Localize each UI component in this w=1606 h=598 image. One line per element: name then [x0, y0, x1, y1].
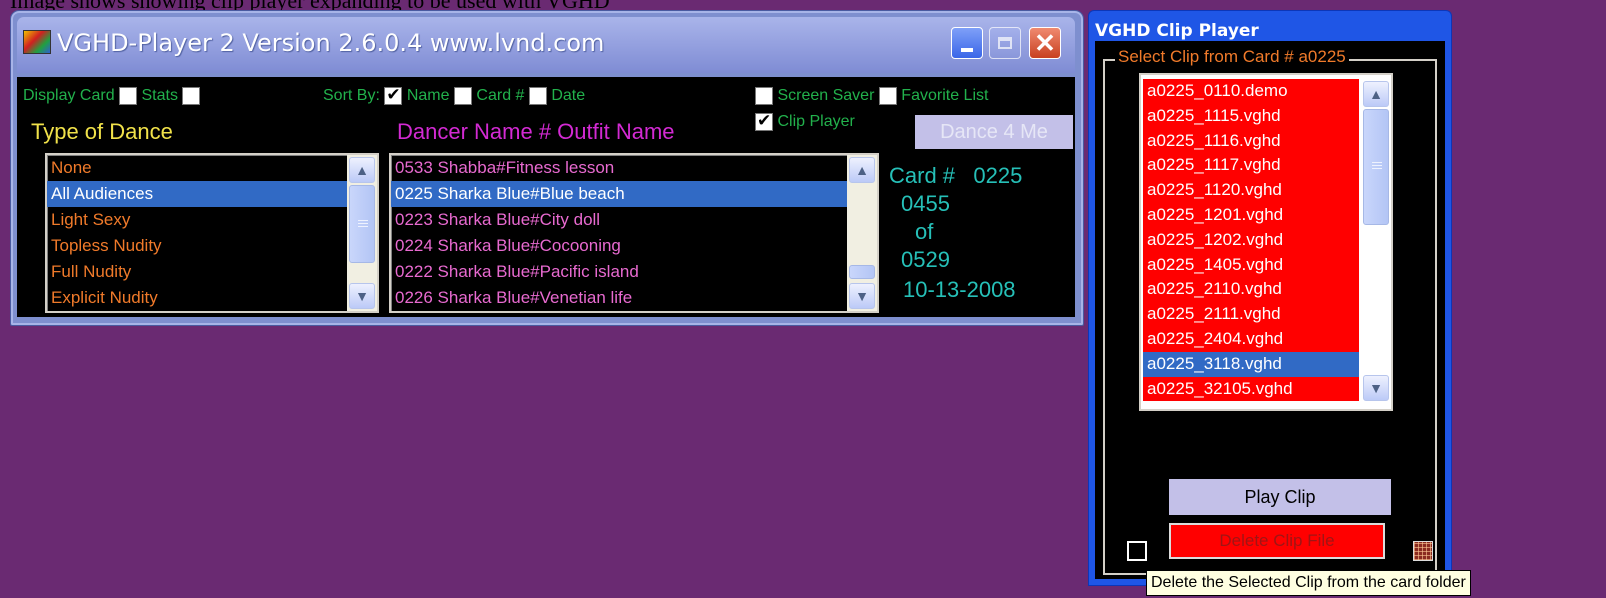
stats-label: Stats [141, 87, 178, 105]
sort-card-label: Card # [476, 87, 525, 105]
clip-item[interactable]: a0225_2111.vghd [1143, 302, 1359, 327]
dancer-list[interactable]: 0533 Shabba#Fitness lesson 0225 Sharka Bl… [389, 153, 879, 313]
app-icon [23, 30, 51, 54]
clip-player-label: Clip Player [777, 113, 855, 131]
card-label: Card # [889, 163, 956, 188]
sort-by-label: Sort By: [323, 87, 380, 105]
clip-item[interactable]: a0225_1116.vghd [1143, 128, 1359, 154]
clip-item[interactable]: a0225_1115.vghd [1143, 103, 1359, 129]
favorite-list-checkbox[interactable] [878, 87, 897, 105]
clip-item[interactable]: a0225_2110.vghd [1143, 277, 1359, 303]
clip-item[interactable]: a0225_2404.vghd [1143, 326, 1359, 352]
sort-date-label: Date [551, 87, 586, 105]
clip-items: a0225_0110.demo a0225_1115.vghd a0225_1116… [1141, 75, 1391, 402]
dance-4-me-button[interactable]: Dance 4 Me [915, 115, 1073, 149]
play-clip-button[interactable]: Play Clip [1169, 479, 1391, 515]
dancer-scrollbar[interactable]: ▲ ▼ [847, 155, 877, 311]
type-of-dance-header: Type of Dance [31, 119, 173, 144]
sort-name-checkbox[interactable] [384, 85, 403, 105]
clip-group-label: Select Clip from Card # a0225 [1115, 47, 1349, 67]
clip-list[interactable]: a0225_0110.demo a0225_1115.vghd a0225_1116… [1139, 73, 1393, 411]
clip-player-option: Clip Player [755, 111, 855, 131]
scroll-thumb[interactable] [849, 265, 875, 279]
card-number: 0225 [973, 163, 1023, 188]
scroll-up-icon[interactable]: ▲ [349, 157, 375, 183]
scroll-down-icon[interactable]: ▼ [849, 283, 875, 309]
stats-checkbox[interactable] [182, 87, 201, 105]
sort-options: Sort By: Name Card # Date [323, 85, 586, 105]
dance-type-item[interactable]: All Audiences [47, 181, 347, 207]
scroll-thumb[interactable] [349, 185, 375, 263]
dancer-item[interactable]: 0533 Shabba#Fitness lesson [391, 155, 847, 181]
dance-type-scrollbar[interactable]: ▲ ▼ [347, 155, 377, 311]
main-client-area: Display Card Stats Sort By: Name Card # … [17, 77, 1075, 317]
clip-window-title: VGHD Clip Player [1095, 21, 1259, 41]
card-position: 0455 [901, 191, 950, 216]
clip-item[interactable]: a0225_1201.vghd [1143, 202, 1359, 228]
clip-item[interactable]: a0225_1120.vghd [1143, 178, 1359, 203]
clip-item[interactable]: a0225_1202.vghd [1143, 227, 1359, 253]
title-bar[interactable]: VGHD-Player 2 Version 2.6.0.4 www.lvnd.c… [17, 17, 1075, 73]
dance-type-item[interactable]: Full Nudity [47, 259, 347, 285]
dancer-item[interactable]: 0226 Sharka Blue#Venetian life [391, 285, 847, 311]
card-of-label: of [915, 219, 934, 244]
dance-type-item[interactable]: None [47, 155, 347, 181]
dance-type-item[interactable]: Explicit Nudity [47, 285, 347, 311]
scroll-up-icon[interactable]: ▲ [1363, 81, 1389, 107]
grid-icon[interactable] [1413, 541, 1433, 561]
card-date: 10-13-2008 [903, 277, 1016, 302]
minimize-icon [961, 48, 973, 52]
card-total: 0529 [901, 247, 950, 272]
clip-player-window: VGHD Clip Player Select Clip from Card #… [1088, 10, 1452, 586]
dancer-items: 0533 Shabba#Fitness lesson 0225 Sharka Bl… [391, 155, 847, 311]
scroll-thumb[interactable] [1363, 109, 1389, 225]
main-player-window: VGHD-Player 2 Version 2.6.0.4 www.lvnd.c… [10, 10, 1084, 326]
clip-scrollbar[interactable]: ▲ ▼ [1361, 75, 1391, 409]
dancer-item[interactable]: 0224 Sharka Blue#Cocooning [391, 233, 847, 259]
card-number-line: Card # 0225 [889, 163, 1022, 189]
delete-clip-button[interactable]: Delete Clip File [1169, 523, 1385, 559]
display-card-option: Display Card Stats [23, 87, 201, 105]
sort-card-checkbox[interactable] [453, 87, 472, 105]
clip-option-checkbox[interactable] [1127, 541, 1147, 561]
clip-item[interactable]: a0225_32105.vghd [1143, 376, 1359, 402]
scroll-down-icon[interactable]: ▼ [1363, 375, 1389, 401]
clip-item[interactable]: a0225_1117.vghd [1143, 153, 1359, 179]
favorite-list-label: Favorite List [901, 87, 989, 105]
maximize-button [989, 27, 1021, 59]
sort-date-checkbox[interactable] [528, 87, 547, 105]
screen-saver-label: Screen Saver [777, 87, 875, 105]
dance-type-list[interactable]: None All Audiences Light Sexy Topless Nudit… [45, 153, 379, 313]
clip-item[interactable]: a0225_0110.demo [1143, 79, 1359, 104]
clip-client-area: Select Clip from Card # a0225 a0225_0110… [1095, 41, 1445, 579]
scroll-down-icon[interactable]: ▼ [349, 283, 375, 309]
screen-saver-checkbox[interactable] [755, 87, 773, 105]
maximize-icon [998, 37, 1012, 49]
close-icon: ✕ [1034, 28, 1056, 58]
display-card-checkbox[interactable] [119, 87, 138, 105]
dance-type-items: None All Audiences Light Sexy Topless Nudit… [47, 155, 347, 311]
window-title: VGHD-Player 2 Version 2.6.0.4 www.lvnd.c… [57, 29, 605, 57]
close-button[interactable]: ✕ [1029, 27, 1061, 59]
clip-item[interactable]: a0225_1405.vghd [1143, 252, 1359, 278]
clip-item[interactable]: a0225_3118.vghd [1143, 351, 1359, 377]
dance-type-item[interactable]: Light Sexy [47, 207, 347, 233]
scroll-up-icon[interactable]: ▲ [849, 157, 875, 183]
display-card-label: Display Card [23, 87, 115, 105]
dancer-item[interactable]: 0223 Sharka Blue#City doll [391, 207, 847, 233]
delete-tooltip: Delete the Selected Clip from the card f… [1146, 570, 1471, 596]
minimize-button[interactable] [951, 27, 983, 59]
screen-saver-option: Screen Saver Favorite List [755, 87, 988, 105]
clip-player-checkbox[interactable] [755, 111, 773, 131]
dancer-header: Dancer Name # Outfit Name [397, 119, 675, 144]
dancer-item[interactable]: 0225 Sharka Blue#Blue beach [391, 181, 847, 207]
dancer-item[interactable]: 0222 Sharka Blue#Pacific island [391, 259, 847, 285]
dance-type-item[interactable]: Topless Nudity [47, 233, 347, 259]
sort-name-label: Name [406, 87, 450, 105]
